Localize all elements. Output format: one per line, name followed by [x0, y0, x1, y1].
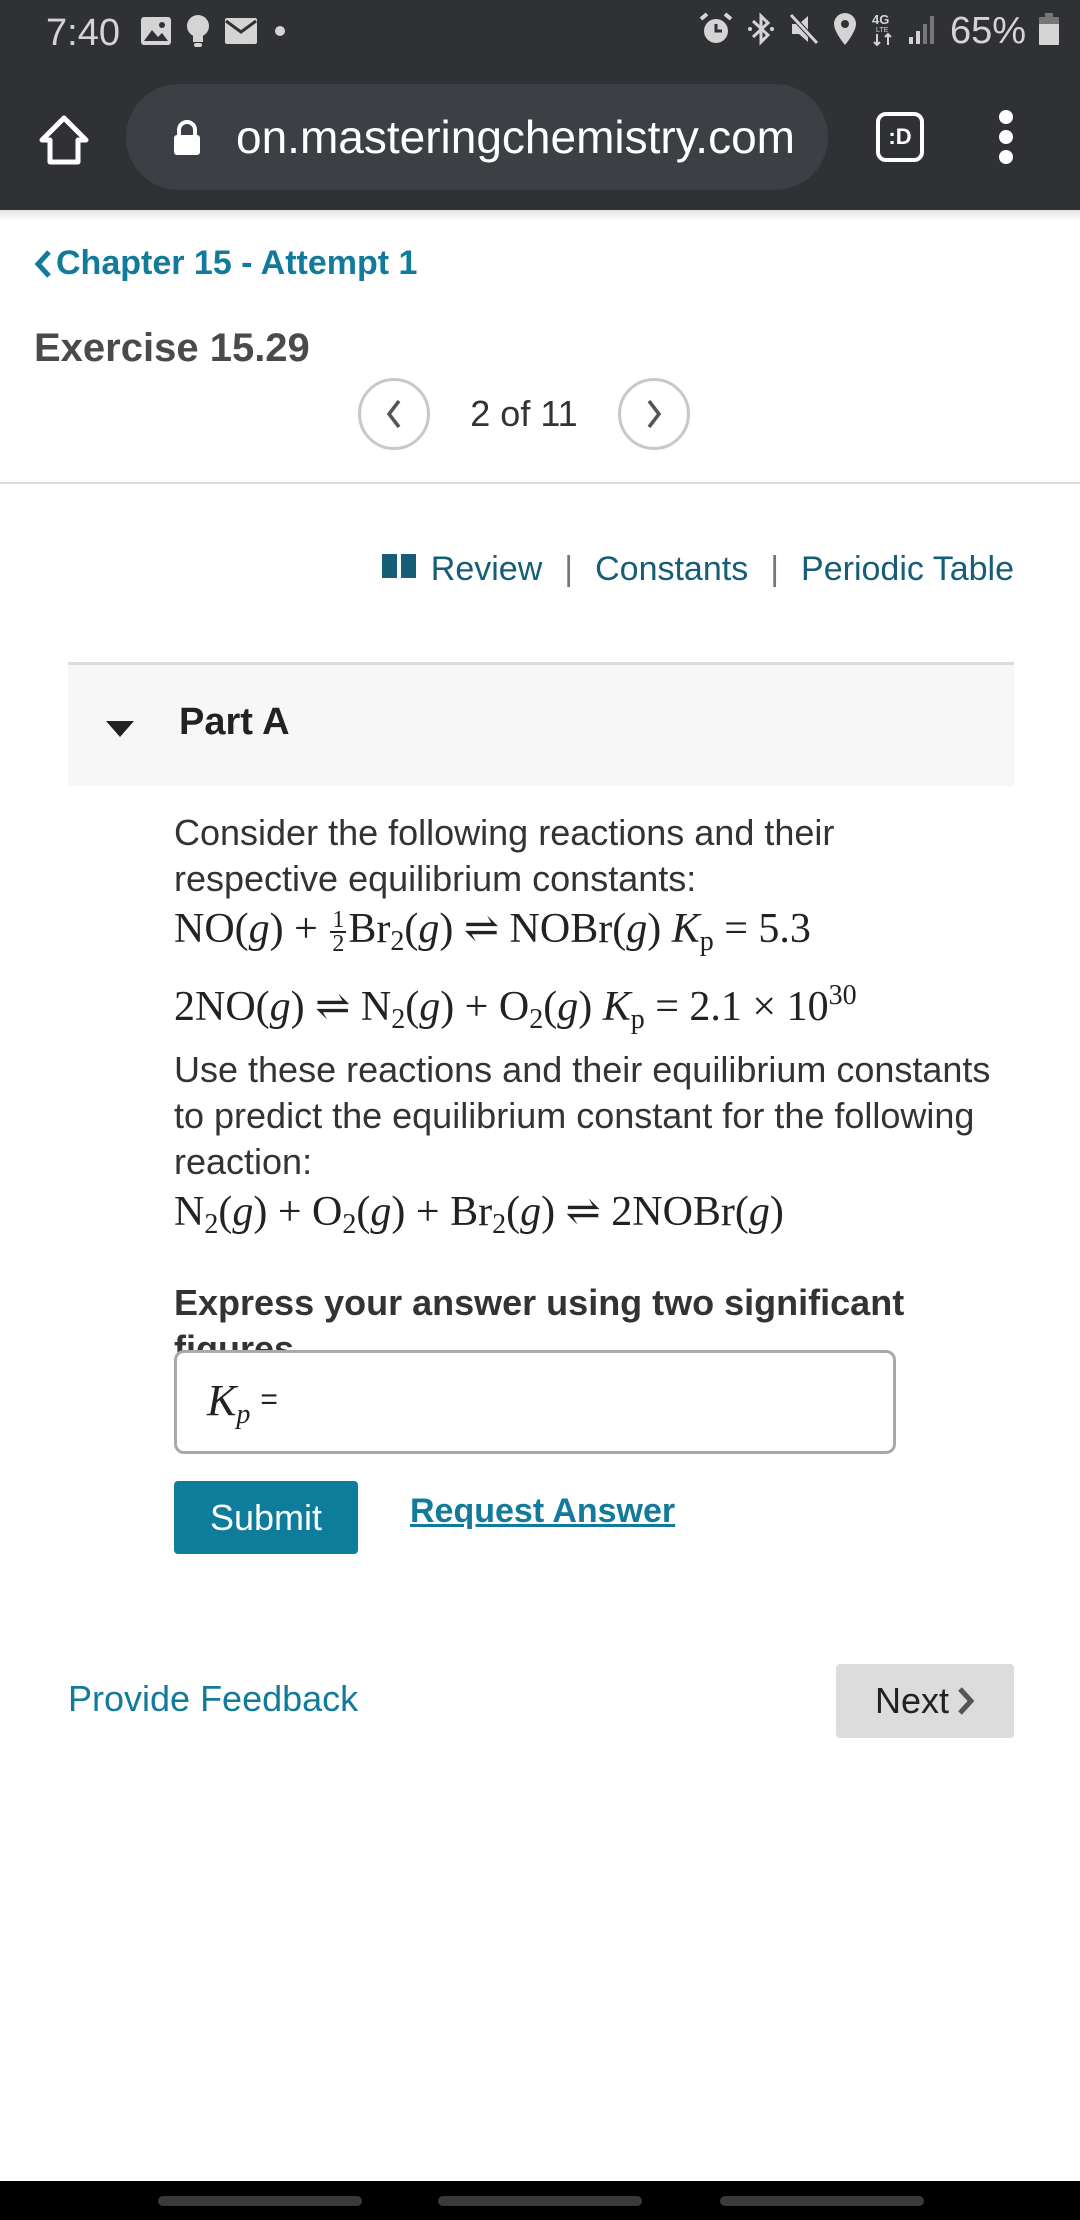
kp-subscript: p: [236, 1399, 251, 1430]
rx1-product: NOBr(: [509, 906, 627, 952]
target-n: N: [174, 1189, 205, 1235]
home-icon: [39, 115, 89, 165]
rx1-reactant-br: Br: [348, 906, 391, 952]
rx2-product-o: O: [498, 984, 530, 1030]
kp-symbol: K: [207, 1376, 237, 1425]
mute-icon: [788, 12, 820, 51]
item-pager: 2 of 11: [358, 378, 690, 450]
problem-statement: Consider the following reactions and the…: [174, 810, 994, 1372]
gallery-icon: [140, 16, 172, 51]
frac-den: 2: [332, 931, 345, 958]
next-label: Next: [874, 1680, 950, 1721]
submit-button[interactable]: Submit: [174, 1481, 358, 1554]
periodic-table-link[interactable]: Periodic Table: [801, 550, 1014, 589]
more-vert-icon-dot: [999, 130, 1013, 144]
browser-toolbar: on.masteringchemistry.com :D: [0, 64, 1080, 210]
bulb-icon: [186, 14, 210, 53]
kp2-value: = 2.1 × 10: [655, 984, 829, 1030]
dot-icon: [272, 23, 288, 44]
equals-sign: =: [260, 1383, 278, 1416]
home-button[interactable]: [36, 112, 92, 168]
request-answer-link[interactable]: Request Answer: [410, 1492, 675, 1531]
exercise-title: Exercise 15.29: [34, 326, 310, 370]
rx1-reactant-no: NO(: [174, 906, 249, 952]
address-bar[interactable]: on.masteringchemistry.com: [126, 84, 828, 190]
status-time: 7:40: [46, 12, 120, 54]
next-item-button[interactable]: [618, 378, 690, 450]
back-to-chapter-link[interactable]: Chapter 15 - Attempt 1: [34, 244, 417, 283]
battery-icon: [1038, 12, 1060, 51]
separator: |: [770, 550, 780, 588]
battery-percent: 65%: [949, 10, 1026, 52]
target-reaction: N2(g) + O2(g) + Br2(g) ⇌ 2NOBr(g): [174, 1189, 784, 1240]
header-divider: [0, 482, 1080, 484]
constants-link[interactable]: Constants: [595, 550, 748, 589]
url-text[interactable]: on.masteringchemistry.com: [236, 110, 795, 164]
part-a-header[interactable]: Part A: [68, 662, 1014, 786]
book-icon: [381, 550, 417, 589]
browser-menu-button[interactable]: [994, 110, 1018, 170]
tab-switcher-button[interactable]: :D: [876, 112, 924, 162]
kp-subscript: p: [630, 1004, 645, 1035]
pager-position: 2 of 11: [470, 393, 578, 434]
nav-recents-button[interactable]: [158, 2196, 362, 2206]
mail-icon: [224, 17, 258, 50]
kp-answer-input[interactable]: [307, 1371, 867, 1435]
kp-symbol: K: [602, 984, 631, 1030]
more-vert-icon: [999, 110, 1013, 124]
problem-middle: Use these reactions and their equilibriu…: [174, 1049, 991, 1182]
resource-links: Review | Constants | Periodic Table: [381, 550, 1014, 589]
location-icon: [832, 12, 858, 51]
collapse-caret-icon: [106, 721, 134, 737]
separator: |: [564, 550, 574, 588]
svg-text:LTE: LTE: [876, 27, 889, 34]
status-bar: 7:40 4G LTE 65%: [0, 0, 1080, 64]
part-title: Part A: [179, 701, 290, 743]
bluetooth-icon: [746, 11, 776, 52]
nav-home-button[interactable]: [438, 2196, 642, 2206]
chevron-right-icon: [958, 1687, 975, 1715]
lock-icon: [172, 120, 202, 161]
fraction-one-half: 12: [330, 907, 347, 958]
provide-feedback-link[interactable]: Provide Feedback: [68, 1678, 358, 1720]
chevron-left-icon: [386, 399, 401, 429]
target-product: 2NOBr(: [611, 1189, 749, 1235]
system-nav-bar: [0, 2181, 1080, 2220]
rx2-reactant: 2NO(: [174, 984, 270, 1030]
kp2-exponent: 30: [828, 980, 857, 1011]
chevron-left-icon: [34, 249, 51, 278]
kp-subscript: p: [699, 926, 714, 957]
target-br: Br: [450, 1189, 493, 1235]
alarm-icon: [698, 11, 734, 52]
answer-field[interactable]: Kp =: [174, 1350, 896, 1454]
frac-num: 1: [330, 907, 347, 934]
problem-intro: Consider the following reactions and the…: [174, 812, 835, 899]
reaction-2: 2NO(g) ⇌ N2(g) + O2(g) Kp = 2.1 × 1030: [174, 980, 857, 1035]
reaction-1: NO(g) + 1 2 Br2(g) ⇌ NOBr(g) Kp = 5.3: [174, 906, 811, 958]
chevron-right-icon: [647, 399, 662, 429]
back-link-label: Chapter 15 - Attempt 1: [56, 244, 418, 282]
previous-item-button[interactable]: [358, 378, 430, 450]
signal-icon: [908, 13, 938, 50]
toolbar-shadow: [0, 210, 1080, 220]
rx2-product-n: N: [360, 984, 392, 1030]
more-vert-icon-dot: [999, 150, 1013, 164]
kp-symbol: K: [671, 906, 700, 952]
answer-label: Kp =: [207, 1375, 278, 1431]
review-link[interactable]: Review: [431, 550, 542, 589]
4g-lte-icon: 4G LTE: [870, 11, 896, 52]
nav-back-button[interactable]: [720, 2196, 924, 2206]
target-o: O: [312, 1189, 343, 1235]
kp1-value: = 5.3: [724, 906, 811, 952]
svg-text:4G: 4G: [872, 12, 889, 27]
next-button[interactable]: Next: [836, 1664, 1014, 1738]
